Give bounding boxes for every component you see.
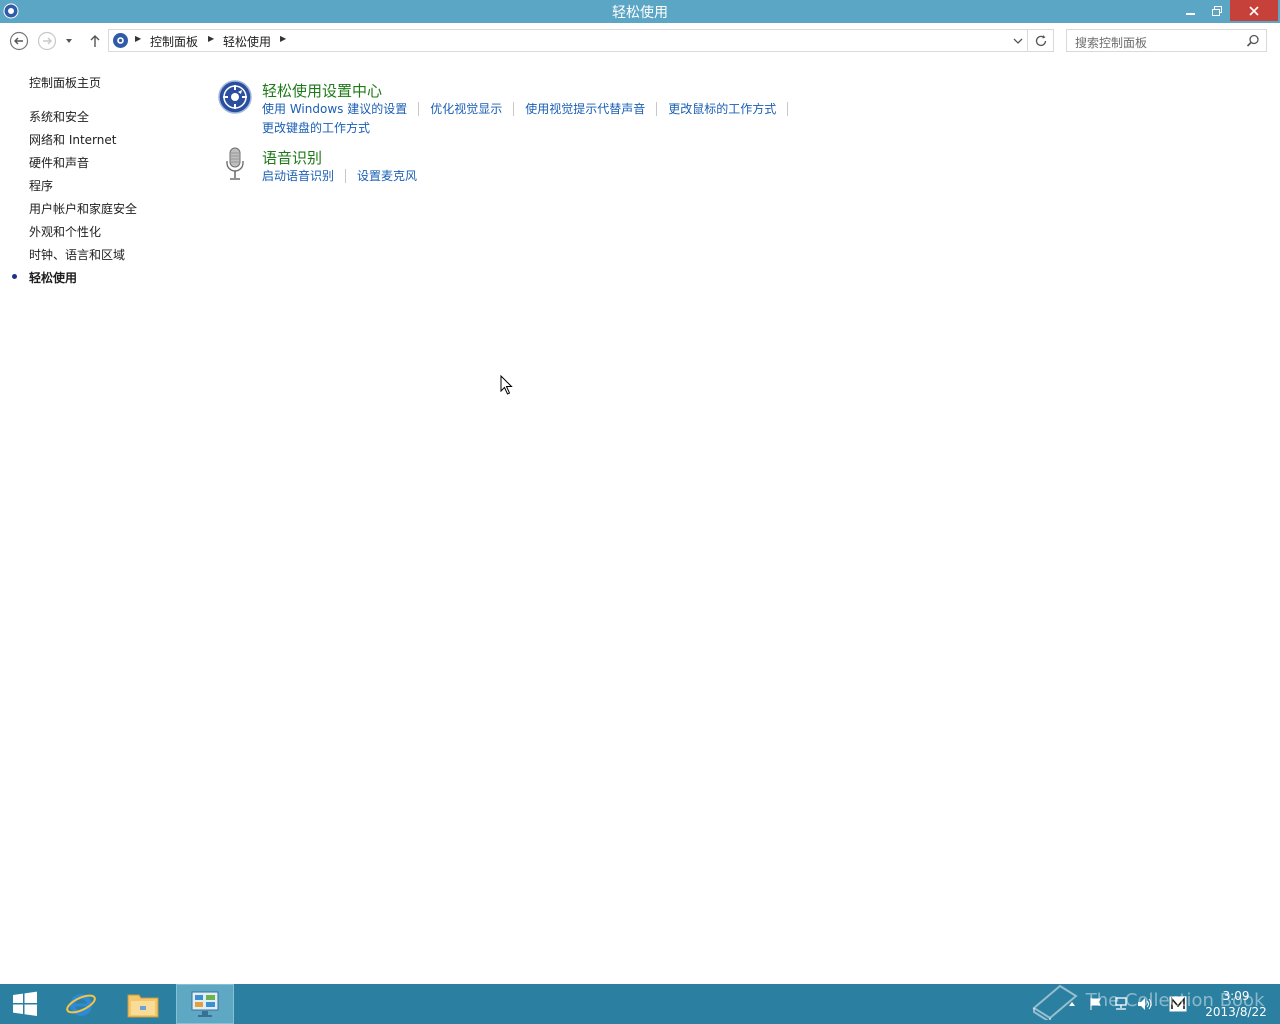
chevron-down-icon [66,39,72,43]
refresh-button[interactable] [1028,29,1054,52]
breadcrumb-control-panel[interactable]: 控制面板 [150,33,198,50]
forward-arrow-icon [37,31,57,51]
sidebar-item-network-internet[interactable]: 网络和 Internet [29,131,116,148]
ease-of-access-links-row: 使用 Windows 建议的设置 优化视觉显示 使用视觉提示代替声音 更改鼠标的… [262,100,799,117]
restore-icon [1212,5,1222,16]
address-bar[interactable]: ▶ 控制面板 ▶ 轻松使用 ▶ [108,29,1028,52]
breadcrumb-separator-icon[interactable]: ▶ [280,34,286,43]
watermark: The Collection Book [1030,982,1265,1023]
optimize-visual-display-link[interactable]: 优化视觉显示 [430,100,502,117]
speech-recognition-links-row: 启动语音识别 设置麦克风 [262,167,417,184]
sidebar-item-clock-language-region[interactable]: 时钟、语言和区域 [29,246,125,263]
windows-logo-icon [13,991,37,1016]
taskbar-internet-explorer[interactable] [53,984,109,1024]
control-panel-home-link[interactable]: 控制面板主页 [29,74,101,91]
ease-of-access-center-heading[interactable]: 轻松使用设置中心 [262,80,382,101]
sidebar-item-user-accounts[interactable]: 用户帐户和家庭安全 [29,200,137,217]
refresh-icon [1035,34,1046,46]
back-arrow-icon [9,31,29,51]
set-up-microphone-link[interactable]: 设置麦克风 [357,167,417,184]
back-button[interactable] [9,31,29,51]
mouse-cursor-icon [500,375,513,395]
close-button[interactable] [1230,0,1278,21]
sidebar-item-appearance[interactable]: 外观和个性化 [29,223,101,240]
search-box[interactable]: 搜索控制面板 [1066,29,1267,52]
sidebar-item-hardware-sound[interactable]: 硬件和声音 [29,154,89,171]
link-divider [513,101,515,116]
minimize-button[interactable] [1178,0,1204,21]
microphone-icon[interactable] [218,147,252,181]
book-icon [1032,984,1078,1023]
breadcrumb-separator-icon[interactable]: ▶ [135,34,141,43]
start-button[interactable] [0,984,50,1024]
use-recommended-settings-link[interactable]: 使用 Windows 建议的设置 [262,100,407,117]
taskbar-control-panel[interactable] [176,984,234,1024]
sidebar-item-system-security[interactable]: 系统和安全 [29,108,89,125]
sidebar-item-programs[interactable]: 程序 [29,177,53,194]
visual-cues-for-sounds-link[interactable]: 使用视觉提示代替声音 [525,100,645,117]
control-panel-icon [191,991,219,1017]
active-item-bullet [12,274,17,279]
sidebar-item-ease-of-access: 轻松使用 [29,271,78,285]
taskbar-file-explorer[interactable] [115,984,171,1024]
breadcrumb-separator-icon[interactable]: ▶ [208,34,214,43]
up-button[interactable] [85,31,105,51]
recent-locations-button[interactable] [62,31,76,51]
restore-button[interactable] [1204,0,1230,21]
breadcrumb-ease-of-access[interactable]: 轻松使用 [223,33,271,50]
close-icon [1249,5,1259,16]
minimize-icon [1186,12,1195,15]
search-icon[interactable] [1246,34,1260,48]
change-mouse-settings-link[interactable]: 更改鼠标的工作方式 [668,100,776,117]
up-arrow-icon [90,35,100,47]
control-panel-icon [113,33,128,48]
folder-icon [127,994,159,1018]
change-keyboard-settings-link[interactable]: 更改键盘的工作方式 [262,119,370,136]
speech-recognition-heading[interactable]: 语音识别 [262,147,322,168]
link-divider [345,168,347,183]
link-divider [787,101,789,116]
link-divider [656,101,658,116]
search-input[interactable]: 搜索控制面板 [1075,34,1147,51]
internet-explorer-icon [66,994,96,1016]
navigation-bar: ▶ 控制面板 ▶ 轻松使用 ▶ 搜索控制面板 [0,23,1280,58]
link-divider [418,101,420,116]
title-bar: 轻松使用 [0,0,1280,23]
address-dropdown-icon[interactable] [1011,33,1025,49]
ease-of-access-icon[interactable] [218,80,252,114]
start-speech-recognition-link[interactable]: 启动语音识别 [262,167,334,184]
forward-button[interactable] [37,31,57,51]
watermark-text: The Collection Book [1085,990,1265,1011]
window-title: 轻松使用 [612,5,668,21]
ease-of-access-links-row-2: 更改键盘的工作方式 [262,119,370,136]
